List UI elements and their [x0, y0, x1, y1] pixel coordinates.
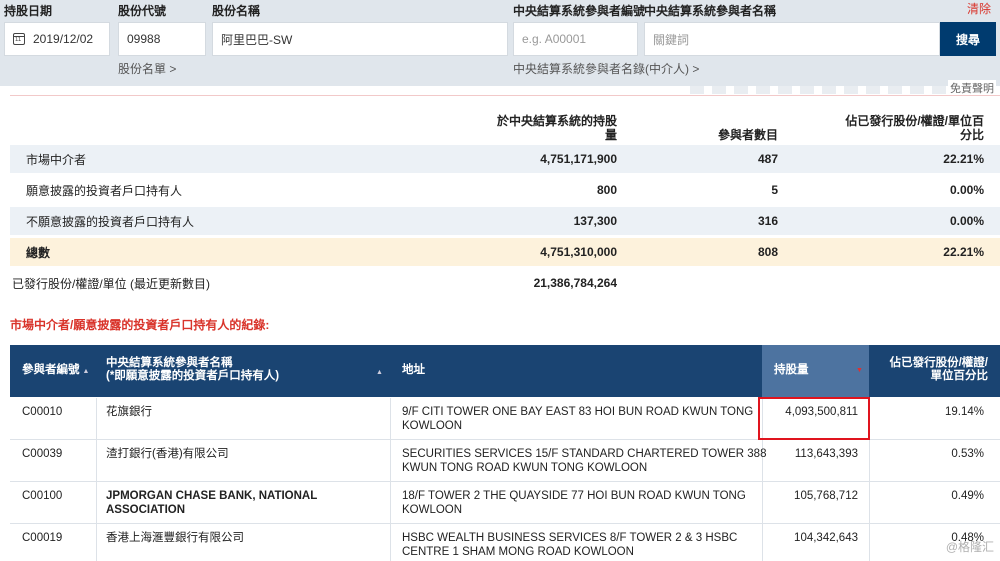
- sort-up-icon: ▲: [82, 368, 90, 375]
- stock-code-input[interactable]: 09988: [118, 22, 206, 56]
- summary-percent: 0.00%: [949, 214, 984, 228]
- cell-participant-name: 花旗銀行: [106, 406, 152, 418]
- date-field[interactable]: 2019/12/02: [4, 22, 110, 56]
- summary-header-participants: 參與者數目: [717, 128, 778, 142]
- cell-percent: 0.49%: [951, 490, 984, 502]
- date-value: 2019/12/02: [33, 32, 94, 46]
- summary-participants: 487: [757, 152, 778, 166]
- cell-address-line1: HSBC WEALTH BUSINESS SERVICES 8/F TOWER …: [402, 532, 738, 544]
- participant-list-link[interactable]: 中央結算系統參與者名錄(中介人) >: [513, 60, 699, 77]
- header-percent[interactable]: 佔已發行股份/權證/ 單位百分比: [878, 357, 988, 383]
- summary-row-non-consenting: 不願意披露的投資者戶口持有人 137,300 316 0.00%: [10, 207, 1000, 235]
- cell-percent: 0.53%: [951, 448, 984, 460]
- header-name-line2: (*即願意披露的投資者戶口持有人): [106, 370, 280, 382]
- summary-holding: 800: [596, 183, 617, 197]
- name-label: 股份名稱: [212, 4, 261, 18]
- summary-header-percent: 佔已發行股份/權證/單位百分比: [845, 114, 984, 142]
- cell-participant-id: C00100: [22, 490, 63, 502]
- summary-percent: 22.21%: [943, 245, 984, 259]
- records-header: 參與者編號 ▲ 中央結算系統參與者名稱 (*即願意披露的投資者戶口持有人) ▲ 地…: [10, 345, 1000, 397]
- participant-id-label: 中央結算系統參與者編號: [513, 4, 646, 18]
- header-participant-name[interactable]: 中央結算系統參與者名稱 (*即願意披露的投資者戶口持有人): [106, 357, 279, 383]
- header-name-line1: 中央結算系統參與者名稱: [106, 357, 233, 369]
- summary-row-consenting: 願意披露的投資者戶口持有人 800 5 0.00%: [10, 176, 1000, 204]
- cell-address-line1: 9/F CITI TOWER ONE BAY EAST 83 HOI BUN R…: [402, 406, 754, 418]
- summary-holding: 4,751,171,900: [540, 152, 617, 166]
- header-percent-line2: 單位百分比: [930, 370, 989, 382]
- table-row: C00039 渣打銀行(香港)有限公司 SECURITIES SERVICES …: [10, 440, 1000, 482]
- header-participant-id[interactable]: 參與者編號 ▲: [22, 364, 89, 378]
- summary-participants: 5: [771, 183, 778, 197]
- cell-address-line1: SECURITIES SERVICES 15/F STANDARD CHARTE…: [402, 448, 767, 460]
- participant-id-placeholder: e.g. A00001: [522, 32, 587, 46]
- cell-participant-name: 渣打銀行(香港)有限公司: [106, 448, 229, 460]
- cell-address-line2: KOWLOON: [402, 420, 463, 432]
- participant-id-input[interactable]: e.g. A00001: [513, 22, 638, 56]
- participant-name-input[interactable]: 關鍵詞: [644, 22, 940, 56]
- issued-label: 已發行股份/權證/單位 (最近更新數目): [12, 276, 210, 291]
- search-button[interactable]: 搜尋: [940, 22, 996, 56]
- cell-address-line2: KOWLOON: [402, 504, 463, 516]
- participant-name-label: 中央結算系統參與者名稱: [644, 4, 777, 18]
- stock-list-link[interactable]: 股份名單 >: [118, 60, 176, 77]
- cell-address-line2: KWUN TONG ROAD KWUN TONG KOWLOON: [402, 462, 648, 474]
- summary-percent: 0.00%: [949, 183, 984, 197]
- summary-row-intermediaries: 市場中介者 4,751,171,900 487 22.21%: [10, 145, 1000, 173]
- participant-name-placeholder: 關鍵詞: [653, 32, 690, 47]
- cell-participant-id: C00010: [22, 406, 63, 418]
- stock-name-input[interactable]: 阿里巴巴-SW: [212, 22, 508, 56]
- issued-value: 21,386,784,264: [533, 276, 617, 290]
- cell-participant-name-line2: ASSOCIATION: [106, 504, 186, 516]
- summary-label: 不願意披露的投資者戶口持有人: [26, 214, 195, 229]
- cell-holding: 104,342,643: [794, 532, 858, 544]
- calendar-icon: [13, 33, 25, 45]
- summary-header-holding: 於中央結算系統的持股量: [497, 114, 618, 142]
- header-address: 地址: [402, 364, 425, 376]
- summary-percent: 22.21%: [943, 152, 984, 166]
- divider: [10, 95, 1000, 96]
- stock-code-value: 09988: [127, 32, 161, 46]
- header-holding[interactable]: 持股量: [774, 364, 809, 377]
- header-participant-id-label: 參與者編號: [22, 364, 80, 376]
- decorative-stripes: [690, 86, 950, 94]
- summary-holding: 137,300: [573, 214, 617, 228]
- cell-percent: 19.14%: [944, 406, 984, 418]
- disclaimer-link[interactable]: 免責聲明: [948, 80, 996, 96]
- sort-down-icon[interactable]: ▼: [856, 367, 863, 374]
- cell-address-line1: 18/F TOWER 2 THE QUAYSIDE 77 HOI BUN ROA…: [402, 490, 746, 502]
- holding-highlight-box: [758, 397, 870, 440]
- code-label: 股份代號: [118, 4, 167, 18]
- summary-row-total: 總數 4,751,310,000 808 22.21%: [10, 238, 1000, 266]
- date-label: 持股日期: [4, 4, 53, 18]
- summary-label: 總數: [26, 245, 51, 260]
- summary-participants: 316: [757, 214, 778, 228]
- search-panel: 持股日期 股份代號 股份名稱 中央結算系統參與者編號 中央結算系統參與者名稱 清…: [0, 0, 1000, 96]
- clear-link[interactable]: 清除: [967, 0, 991, 17]
- cell-address-line2: CENTRE 1 SHAM MONG ROAD KOWLOON: [402, 546, 634, 558]
- sort-up-icon[interactable]: ▲: [376, 366, 383, 379]
- table-row: C00100 JPMORGAN CHASE BANK, NATIONAL ASS…: [10, 482, 1000, 524]
- records-title: 市場中介者/願意披露的投資者戶口持有人的紀錄:: [10, 318, 270, 332]
- cell-participant-id: C00039: [22, 448, 63, 460]
- watermark: @格隆汇: [945, 540, 994, 554]
- stock-name-value: 阿里巴巴-SW: [221, 32, 293, 47]
- summary-participants: 808: [757, 245, 778, 259]
- summary-label: 願意披露的投資者戶口持有人: [26, 183, 183, 198]
- summary-row-issued: 已發行股份/權證/單位 (最近更新數目) 21,386,784,264: [10, 269, 1000, 297]
- cell-participant-name-line1: JPMORGAN CHASE BANK, NATIONAL: [106, 490, 318, 502]
- table-row: C00019 香港上海滙豐銀行有限公司 HSBC WEALTH BUSINESS…: [10, 524, 1000, 561]
- cell-participant-name: 香港上海滙豐銀行有限公司: [106, 532, 244, 544]
- cell-holding: 113,643,393: [794, 448, 858, 460]
- cell-holding: 105,768,712: [794, 490, 858, 502]
- header-percent-line1: 佔已發行股份/權證/: [889, 357, 988, 369]
- cell-participant-id: C00019: [22, 532, 63, 544]
- summary-holding: 4,751,310,000: [540, 245, 617, 259]
- summary-label: 市場中介者: [26, 152, 87, 167]
